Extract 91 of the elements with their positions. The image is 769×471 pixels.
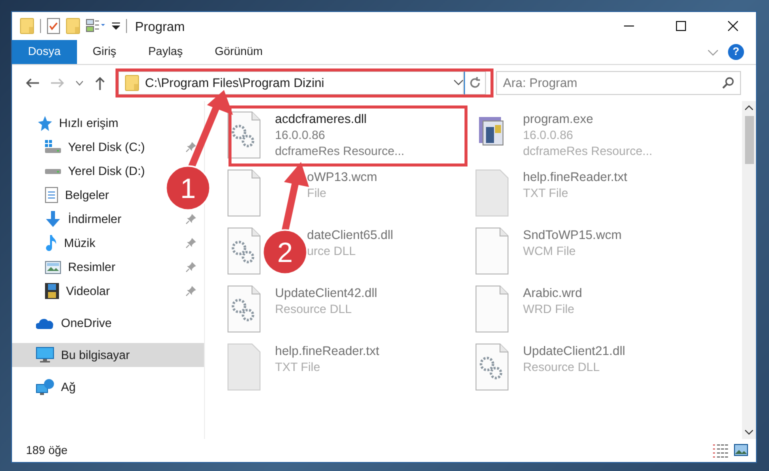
file-detail: WCM File — [523, 243, 577, 259]
text-file-icon — [227, 343, 261, 391]
close-icon[interactable] — [728, 21, 738, 31]
sidebar-item[interactable]: İndirmeler — [68, 212, 122, 226]
folder-icon — [125, 75, 139, 91]
sidebar-item[interactable]: Yerel Disk (C:) — [68, 140, 145, 154]
folder-icon — [20, 18, 34, 34]
large-icons-view-icon[interactable] — [734, 444, 748, 456]
file-detail: 16.0.0.86 — [523, 127, 574, 143]
document-icon — [45, 187, 58, 203]
recent-locations-icon[interactable] — [76, 80, 83, 86]
back-icon[interactable] — [26, 78, 39, 88]
layout-icon[interactable] — [86, 19, 106, 33]
details-view-icon[interactable] — [712, 444, 728, 458]
download-icon — [45, 211, 61, 227]
sidebar-item[interactable]: Bu bilgisayar — [12, 343, 204, 367]
maximize-icon[interactable] — [676, 21, 686, 31]
dropdown-icon[interactable] — [454, 80, 463, 86]
pin-icon[interactable] — [186, 238, 196, 248]
network-icon — [36, 379, 54, 395]
picture-icon — [45, 260, 61, 274]
drive-icon — [45, 168, 61, 174]
sidebar-item[interactable]: Yerel Disk (D:) — [68, 164, 145, 178]
search-icon — [722, 77, 734, 89]
sidebar-item[interactable]: Resimler — [68, 260, 116, 274]
ribbon-tab[interactable]: Giriş — [76, 40, 132, 64]
sidebar-item[interactable]: Hızlı erişim — [12, 111, 204, 135]
file-name[interactable]: UpdateClient42.dll — [275, 285, 378, 301]
step-number: 1 — [165, 165, 211, 211]
file-name[interactable]: dateClient65.dll — [307, 227, 394, 243]
file-name[interactable]: oWP13.wcm — [307, 169, 378, 185]
pin-icon[interactable] — [186, 142, 196, 152]
film-icon — [45, 283, 59, 299]
sidebar-item[interactable]: Belgeler — [65, 188, 110, 202]
ribbon-tab[interactable]: Paylaş — [132, 40, 199, 64]
file-detail: File — [307, 185, 328, 201]
text-file-icon — [475, 169, 509, 217]
gear-file-icon — [475, 343, 509, 391]
sidebar-item[interactable]: Ağ — [12, 375, 204, 399]
scroll-thumb[interactable] — [744, 116, 754, 164]
help-button[interactable]: ? — [728, 44, 744, 60]
properties-icon[interactable] — [47, 18, 60, 34]
file-icon — [227, 169, 261, 217]
refresh-button[interactable] — [464, 71, 486, 95]
up-icon[interactable] — [95, 76, 105, 90]
new-folder-icon — [66, 18, 80, 34]
step-number: 2 — [262, 229, 308, 275]
item-count: 189 öğe — [26, 444, 69, 456]
file-detail: urce DLL — [307, 243, 357, 259]
file-detail: dcframeRes Resource... — [523, 143, 652, 159]
file-name[interactable]: acdcframeres.dll — [275, 111, 404, 127]
gear-file-icon — [227, 227, 261, 275]
caret-icon[interactable] — [112, 22, 120, 30]
file-icon — [475, 285, 509, 333]
pin-icon[interactable] — [186, 286, 196, 296]
music-icon — [45, 235, 57, 251]
scroll-up-icon[interactable] — [745, 105, 753, 110]
file-name[interactable]: Arabic.wrd — [523, 285, 582, 301]
expand-ribbon-icon[interactable] — [708, 50, 718, 56]
cloud-icon — [36, 318, 54, 328]
file-name[interactable]: help.fineReader.txt — [523, 169, 628, 185]
file-detail: WRD File — [523, 301, 576, 317]
gear-file-icon — [227, 111, 261, 159]
search-field[interactable]: Ara: Program — [496, 71, 741, 95]
address-field[interactable]: C:\Program Files\Program Dizini — [118, 71, 464, 95]
drive-icon — [45, 140, 61, 154]
file-detail: 16.0.0.86 — [275, 127, 326, 143]
file-name[interactable]: help.fineReader.txt — [275, 343, 380, 359]
pin-icon[interactable] — [186, 214, 196, 224]
sidebar-item[interactable]: Videolar — [66, 284, 110, 298]
computer-icon — [36, 347, 54, 363]
file-detail: dcframeRes Resource... — [275, 143, 404, 159]
ribbon-tab[interactable]: Dosya — [12, 40, 77, 64]
file-name[interactable]: SndToWP15.wcm — [523, 227, 622, 243]
file-name[interactable]: program.exe — [523, 111, 652, 127]
file-detail: TXT File — [523, 185, 570, 201]
refresh-icon[interactable] — [469, 77, 481, 89]
gear-file-icon — [227, 285, 261, 333]
sidebar-item[interactable]: Müzik — [64, 236, 96, 250]
file-name[interactable]: UpdateClient21.dll — [523, 343, 626, 359]
sidebar-item[interactable]: OneDrive — [12, 311, 204, 335]
file-detail: Resource DLL — [523, 359, 601, 375]
file-icon — [475, 227, 509, 275]
pin-icon[interactable] — [186, 262, 196, 272]
scrollbar[interactable] — [742, 101, 756, 439]
file-detail: Resource DLL — [275, 301, 353, 317]
window-title: Program — [135, 18, 186, 34]
file-detail: TXT File — [275, 359, 322, 375]
scroll-down-icon[interactable] — [745, 430, 753, 435]
ribbon-tab[interactable]: Görünüm — [198, 40, 279, 64]
star-icon — [36, 116, 52, 130]
